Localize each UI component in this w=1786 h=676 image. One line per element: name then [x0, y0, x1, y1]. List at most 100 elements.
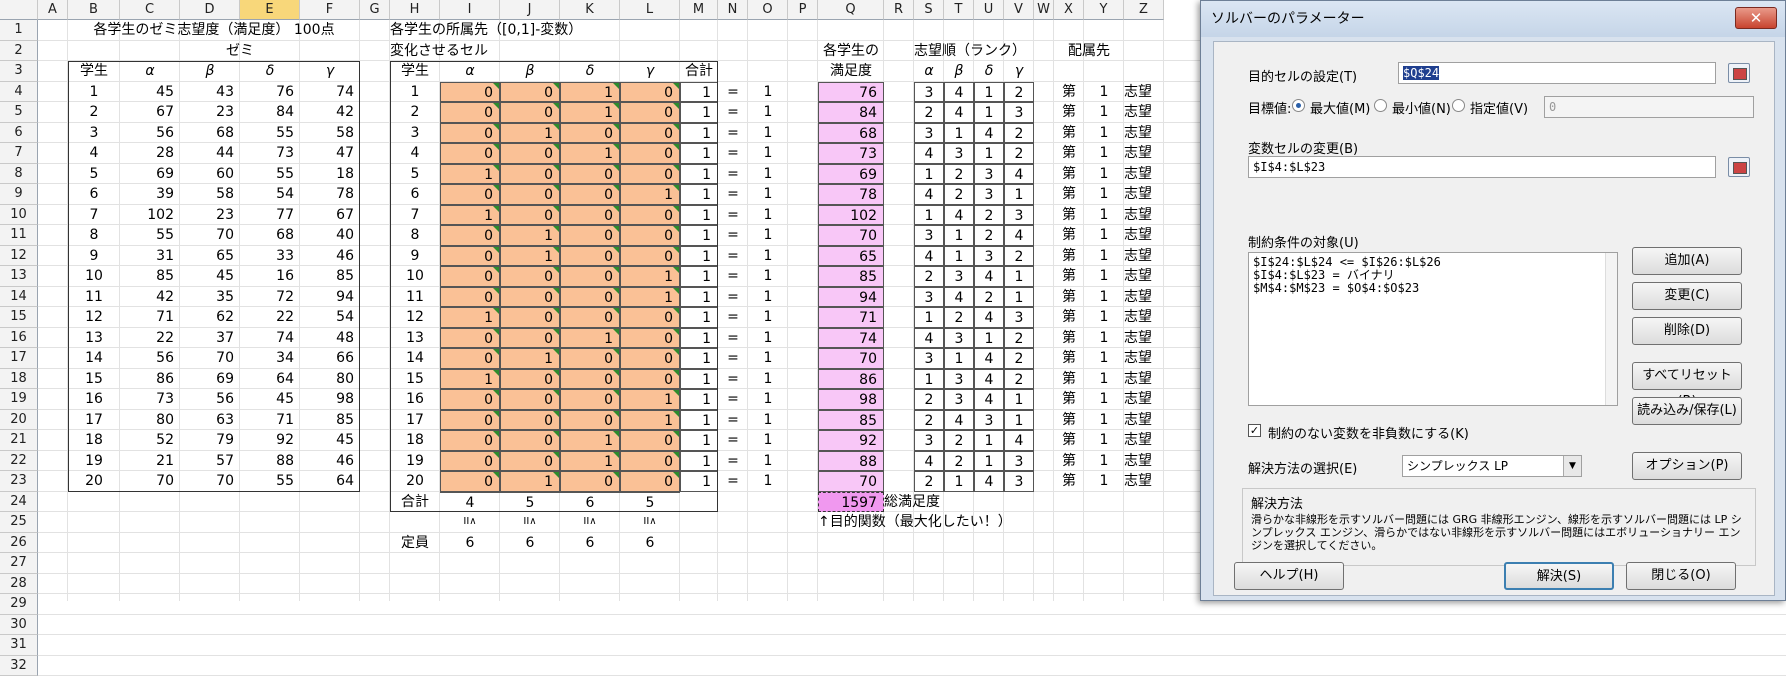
satisfaction-cell[interactable]: 70 [818, 471, 884, 492]
assign-cell[interactable]: 0 [440, 143, 500, 164]
assign-value[interactable]: 1 [1084, 225, 1124, 246]
assign-cell[interactable]: 0 [440, 451, 500, 472]
score-cell[interactable]: 85 [300, 410, 360, 431]
assign-suffix[interactable]: 志望 [1124, 348, 1164, 369]
total-label[interactable]: 合計 [390, 492, 440, 513]
assign-cell[interactable]: 0 [620, 143, 680, 164]
score-cell[interactable]: 73 [120, 389, 180, 410]
row-total[interactable]: 1 [680, 225, 718, 246]
assign-cell[interactable]: 0 [620, 225, 680, 246]
score-cell[interactable]: 23 [180, 102, 240, 123]
rank-cell[interactable]: 3 [914, 348, 944, 369]
equals-sign[interactable]: = [718, 451, 748, 472]
score-cell[interactable]: 28 [120, 143, 180, 164]
row-header[interactable]: 19 [0, 389, 38, 410]
assign-value[interactable]: 1 [1084, 471, 1124, 492]
assign-cell[interactable]: 1 [500, 348, 560, 369]
column-header[interactable]: W [1034, 0, 1054, 20]
rank-prefix[interactable]: 第 [1054, 328, 1084, 349]
row-total[interactable]: 1 [680, 430, 718, 451]
assign-cell[interactable]: 1 [500, 246, 560, 267]
equals-sign[interactable]: = [718, 328, 748, 349]
student-id[interactable]: 15 [390, 369, 440, 390]
rank-cell[interactable]: 4 [1004, 225, 1034, 246]
column-header[interactable]: K [560, 0, 620, 20]
assign-cell[interactable]: 0 [500, 451, 560, 472]
assign-cell[interactable]: 0 [440, 123, 500, 144]
assign-cell[interactable]: 1 [620, 389, 680, 410]
score-cell[interactable]: 92 [240, 430, 300, 451]
assign-value[interactable]: 1 [1084, 389, 1124, 410]
row-header[interactable]: 22 [0, 451, 38, 472]
equals-sign[interactable]: = [718, 369, 748, 390]
column-header[interactable]: V [1004, 0, 1034, 20]
rank-cell[interactable]: 3 [914, 287, 944, 308]
score-cell[interactable]: 62 [180, 307, 240, 328]
score-cell[interactable]: 74 [240, 328, 300, 349]
student-id[interactable]: 17 [390, 410, 440, 431]
rank-cell[interactable]: 4 [944, 205, 974, 226]
title-mid[interactable]: 各学生の所属先（[0,1]-変数） [390, 20, 718, 41]
assign-value[interactable]: 1 [1084, 266, 1124, 287]
greek-header[interactable]: δ [240, 61, 300, 82]
required-count[interactable]: 1 [748, 307, 788, 328]
assign-cell[interactable]: 1 [560, 451, 620, 472]
greek-header[interactable]: γ [1004, 61, 1034, 82]
assign-cell[interactable]: 1 [560, 102, 620, 123]
student-id[interactable]: 13 [68, 328, 120, 349]
assign-cell[interactable]: 0 [500, 328, 560, 349]
rank-cell[interactable]: 4 [914, 451, 944, 472]
score-cell[interactable]: 34 [240, 348, 300, 369]
row-total[interactable]: 1 [680, 451, 718, 472]
assign-cell[interactable]: 0 [440, 471, 500, 492]
row-header[interactable]: 16 [0, 328, 38, 349]
score-cell[interactable]: 63 [180, 410, 240, 431]
assign-value[interactable]: 1 [1084, 410, 1124, 431]
student-id[interactable]: 18 [68, 430, 120, 451]
assign-cell[interactable]: 0 [620, 246, 680, 267]
score-cell[interactable]: 43 [180, 82, 240, 103]
column-header[interactable]: Y [1084, 0, 1124, 20]
row-header[interactable]: 15 [0, 307, 38, 328]
rank-cell[interactable]: 4 [974, 348, 1004, 369]
score-cell[interactable]: 21 [120, 451, 180, 472]
score-cell[interactable]: 56 [120, 123, 180, 144]
assign-suffix[interactable]: 志望 [1124, 82, 1164, 103]
rank-cell[interactable]: 4 [974, 307, 1004, 328]
row-total[interactable]: 1 [680, 369, 718, 390]
capacity-value[interactable]: 6 [560, 533, 620, 554]
assign-value[interactable]: 1 [1084, 123, 1124, 144]
rank-cell[interactable]: 3 [944, 143, 974, 164]
column-total[interactable]: 4 [440, 492, 500, 513]
assign-suffix[interactable]: 志望 [1124, 287, 1164, 308]
row-total[interactable]: 1 [680, 102, 718, 123]
rank-cell[interactable]: 2 [1004, 82, 1034, 103]
score-cell[interactable]: 56 [120, 348, 180, 369]
equals-sign[interactable]: = [718, 246, 748, 267]
satisfaction-cell[interactable]: 76 [818, 82, 884, 103]
satisfaction-cell[interactable]: 73 [818, 143, 884, 164]
assign-cell[interactable]: 0 [620, 328, 680, 349]
score-cell[interactable]: 67 [300, 205, 360, 226]
value-field[interactable]: 0 [1544, 96, 1754, 118]
student-id[interactable]: 10 [68, 266, 120, 287]
satisfaction-cell[interactable]: 85 [818, 266, 884, 287]
assign-cell[interactable]: 0 [500, 184, 560, 205]
score-cell[interactable]: 74 [300, 82, 360, 103]
assign-suffix[interactable]: 志望 [1124, 225, 1164, 246]
rank-cell[interactable]: 3 [1004, 307, 1034, 328]
student-id[interactable]: 13 [390, 328, 440, 349]
satisfaction-cell[interactable]: 78 [818, 184, 884, 205]
rank-prefix[interactable]: 第 [1054, 225, 1084, 246]
rank-cell[interactable]: 2 [914, 410, 944, 431]
rank-cell[interactable]: 3 [1004, 471, 1034, 492]
rank-prefix[interactable]: 第 [1054, 471, 1084, 492]
rank-cell[interactable]: 1 [944, 123, 974, 144]
greek-header[interactable]: γ [620, 61, 680, 82]
change-button[interactable]: 変更(C) [1632, 282, 1742, 310]
method-select[interactable]: シンプレックス LP▼ [1402, 455, 1582, 477]
score-cell[interactable]: 70 [120, 471, 180, 492]
help-button[interactable]: ヘルプ(H) [1234, 562, 1344, 590]
load-save-button[interactable]: 読み込み/保存(L) [1632, 397, 1742, 425]
score-cell[interactable]: 35 [180, 287, 240, 308]
